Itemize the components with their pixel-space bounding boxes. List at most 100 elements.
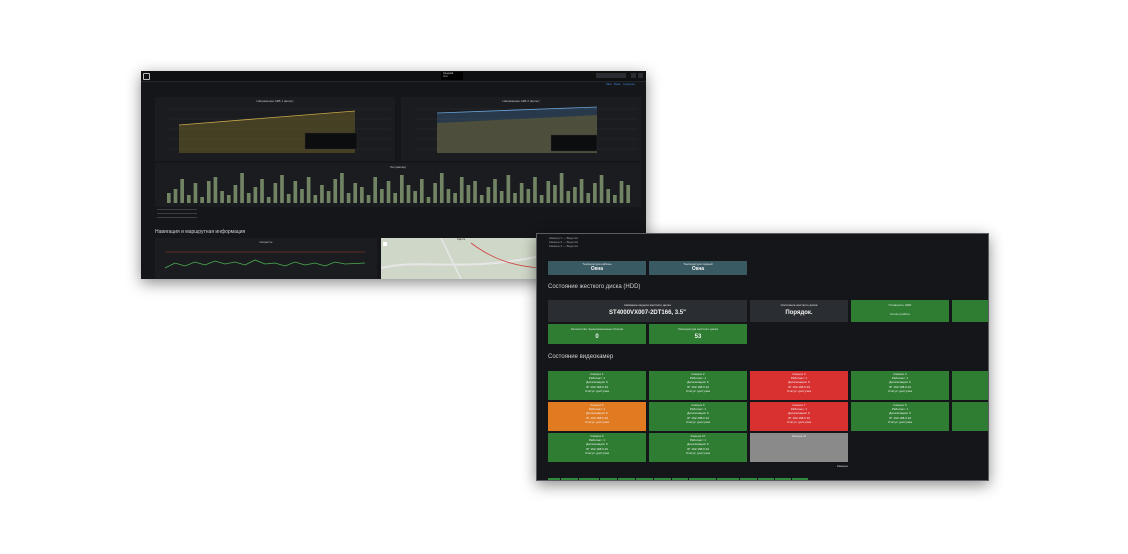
camera-title: Камера 6 <box>691 403 705 407</box>
camera-tab[interactable]: задняя <box>775 478 792 480</box>
map-panel[interactable]: Карта <box>381 237 541 279</box>
camera-tab[interactable]: 2 двери <box>618 478 635 480</box>
chart-voltage-2-plot <box>415 106 637 153</box>
tooltip <box>304 132 358 150</box>
current-bar <box>220 191 224 203</box>
col-max: Макс <box>613 82 621 86</box>
camera-detail: Статус: доступна <box>585 419 609 424</box>
share-button[interactable] <box>596 73 626 78</box>
current-bar <box>400 175 404 203</box>
current-bar <box>533 177 537 203</box>
camera-tile[interactable]: Камера 9 Работает: 1 Детализация: 6 IP: 192… <box>548 433 646 462</box>
camera-tab[interactable]: салон 2 <box>671 478 689 480</box>
camera-tab[interactable]: 3 двери <box>635 478 653 480</box>
current-bar <box>226 195 231 203</box>
camera-tab[interactable]: кабина <box>792 478 808 480</box>
settings-icon[interactable] <box>631 73 636 78</box>
camera-detail: Статус: доступна <box>585 388 609 393</box>
camera-tile[interactable]: Камера 4 Работает: 1 Детализация: 6 IP: 192… <box>851 371 949 400</box>
camera-tab[interactable]: передний борт <box>689 478 716 480</box>
legend-line: Мин <box>443 75 448 78</box>
zoom-in-button[interactable] <box>383 242 387 246</box>
camera-tile[interactable]: Камера 5 Работает: 1 Детализация: 6 IP: 192… <box>548 402 646 431</box>
current-bar <box>346 193 351 203</box>
camera-tab[interactable]: салон 3 <box>757 478 775 480</box>
top-line: Камера 3 — Ведется <box>549 244 579 248</box>
camera-detail: Статус: доступна <box>686 450 710 455</box>
current-bar <box>353 183 358 203</box>
tile-value: Окна <box>691 266 705 272</box>
current-bar <box>180 179 184 203</box>
camera-tile[interactable]: Камера 11 <box>750 433 848 462</box>
camera-tab[interactable]: 1 двери <box>560 478 578 480</box>
tile-title: Количество переназначенных блоков <box>570 327 624 331</box>
current-bar <box>566 191 571 203</box>
dashboard-window-status: Камера 1 — Ведется Камера 2 — Ведется Ка… <box>536 233 989 481</box>
current-bar <box>619 181 624 203</box>
tv-mode-icon[interactable] <box>638 73 643 78</box>
top-bar: Средний Мин <box>141 71 646 82</box>
current-bar <box>173 189 178 203</box>
camera-detail: Статус: доступна <box>686 419 710 424</box>
camera-tile[interactable]: Камера 1 Работает: 1 Детализация: 6 IP: 192… <box>548 371 646 400</box>
tile-value: Окна <box>590 266 604 272</box>
camera-detail: Статус: доступна <box>787 419 811 424</box>
camera-tile[interactable]: Камера 2 Работает: 1 Детализация: 6 IP: 192… <box>649 371 747 400</box>
camera-title: Камера 7 <box>792 403 806 407</box>
tile-value: 0 <box>595 334 599 340</box>
camera-tile[interactable]: Камера 8 Работает: 1 Детализация: 6 IP: 192… <box>851 402 949 431</box>
top-lines: Камера 1 — Ведется Камера 2 — Ведется Ка… <box>549 236 578 248</box>
camera-tab[interactable]: 5 двери <box>739 478 757 480</box>
current-bar <box>486 187 491 203</box>
camera-tab[interactable]: левый борт <box>716 478 739 480</box>
camera-tab[interactable]: 4 двери <box>653 478 671 480</box>
speed-series <box>164 259 366 269</box>
camera-tab[interactable]: системная <box>578 478 600 480</box>
camera-tile[interactable]: Камера 10 Работает: 1 Детализация: 6 IP: 19… <box>649 433 747 462</box>
tile-title: Температура правый <box>683 262 713 266</box>
camera-tile[interactable]: Камера 7 Работает: 1 Детализация: 6 IP: 192… <box>750 402 848 431</box>
current-bar <box>553 185 557 203</box>
col-avg: Среднее <box>622 82 636 86</box>
current-bar <box>466 185 471 203</box>
current-bar <box>559 173 564 203</box>
current-bar <box>266 197 271 203</box>
current-bar <box>286 194 291 203</box>
disk-temp-tile: Температура жесткого диска 53 <box>649 324 747 344</box>
disk-state-tile: Состояние жесткого диска Порядок. <box>750 300 848 322</box>
current-bar <box>526 189 531 203</box>
camera-title: Камера 10 <box>690 434 706 438</box>
status-tile-1: Температура кабины Окна <box>548 261 646 275</box>
current-bar <box>506 175 511 203</box>
tile-title: Температура жесткого диска <box>677 327 719 331</box>
current-bar <box>360 187 364 203</box>
current-bar <box>593 183 597 203</box>
camera-tile[interactable]: Камера 6 Работает: 1 Детализация: 6 IP: 192… <box>649 402 747 431</box>
camera-tile-partial[interactable] <box>952 402 988 431</box>
app-logo-icon[interactable] <box>143 73 150 80</box>
camera-tile[interactable]: Камера 3 Работает: 1 Детализация: 6 IP: 192… <box>750 371 848 400</box>
chart-current-bars <box>167 173 631 203</box>
current-bar <box>206 181 211 203</box>
camera-detail: Статус: доступна <box>888 388 912 393</box>
current-bar <box>493 179 497 203</box>
current-bar <box>366 195 371 203</box>
current-bar <box>406 185 411 203</box>
current-bar <box>386 181 391 203</box>
current-bar <box>253 187 258 203</box>
camera-detail: Статус: доступна <box>585 450 609 455</box>
camera-tab[interactable]: салон 1 <box>600 478 618 480</box>
current-bar <box>240 173 244 203</box>
current-bar <box>373 177 378 203</box>
camera-title: Камера 2 <box>691 372 705 376</box>
current-bar <box>419 179 424 203</box>
current-bar <box>413 191 417 203</box>
current-bar <box>200 197 204 203</box>
camera-tile-partial[interactable] <box>952 371 988 400</box>
current-bar <box>573 187 577 203</box>
camera-tabs: АКБ1 дверисистемнаясалон 12 двери3 двери… <box>548 470 809 480</box>
current-bar <box>546 181 551 203</box>
camera-tab[interactable]: АКБ <box>548 478 560 480</box>
current-bar <box>459 177 464 203</box>
current-bar <box>193 183 198 203</box>
